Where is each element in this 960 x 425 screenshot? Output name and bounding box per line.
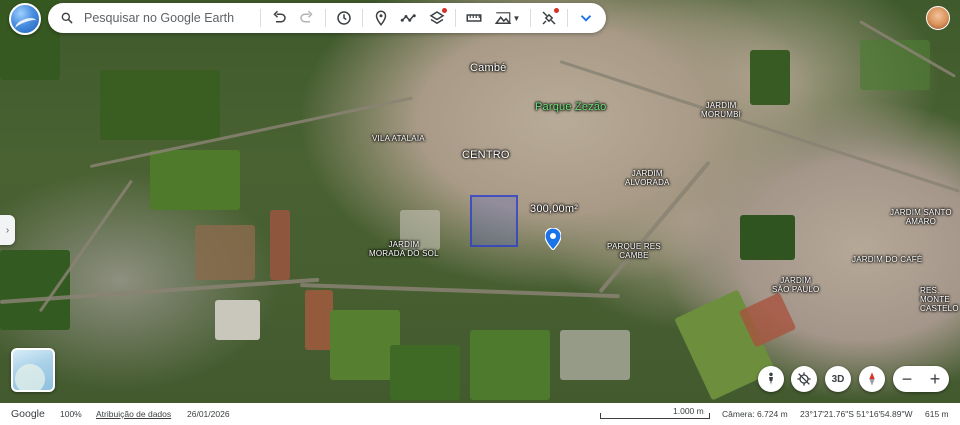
map-label-jardim-sao-paulo: JARDIM SÃO PAULO bbox=[772, 276, 820, 294]
map-style-thumbnail[interactable] bbox=[11, 348, 55, 392]
measure-button[interactable] bbox=[461, 5, 487, 31]
compass-button[interactable] bbox=[859, 366, 885, 392]
map-label-jardim-do-cafe: JARDIM DO CAFÉ bbox=[852, 255, 923, 264]
google-earth-logo[interactable] bbox=[9, 3, 41, 35]
status-bar: Google 100% Atribuição de dados 26/01/20… bbox=[0, 403, 960, 425]
pegman-icon bbox=[769, 372, 773, 385]
toolbar-divider bbox=[325, 9, 326, 27]
scale-bar bbox=[600, 413, 710, 419]
map-label-res-monte-castelo: RES. MONTE CASTELO bbox=[920, 286, 959, 313]
search-icon bbox=[61, 12, 73, 24]
notification-dot bbox=[554, 8, 559, 13]
toggle-3d-button[interactable]: 3D bbox=[825, 366, 851, 392]
image-overlay-button[interactable]: ▼ bbox=[489, 5, 525, 31]
search-input[interactable] bbox=[84, 11, 254, 25]
top-toolbar: ▼ bbox=[48, 3, 606, 33]
undo-button[interactable] bbox=[266, 5, 292, 31]
zoom-in-button[interactable]: + bbox=[921, 366, 949, 392]
camera-altitude: Câmera: 6.724 m bbox=[722, 409, 788, 419]
chevron-down-icon bbox=[580, 15, 592, 22]
map-label-jardim-morumbi: JARDIM MORUMBI bbox=[701, 101, 742, 119]
data-attribution-link[interactable]: Atribuição de dados bbox=[96, 409, 171, 419]
map-label-jardim-morada-do-sol: JARDIM MORADA DO SOL bbox=[369, 240, 439, 258]
notification-dot bbox=[442, 8, 447, 13]
place-marker-icon bbox=[375, 10, 387, 26]
google-wordmark: Google bbox=[11, 408, 45, 420]
map-label-centro: CENTRO bbox=[462, 149, 510, 161]
satellite-map[interactable]: Cambé Parque Zezão CENTRO VILA ATALAIA J… bbox=[0, 0, 960, 403]
history-icon bbox=[337, 11, 351, 25]
cursor-elevation: 615 m bbox=[925, 409, 949, 419]
map-label-parque-res-cambe: PARQUE RES CAMBE bbox=[607, 242, 661, 260]
collapse-toolbar-button[interactable] bbox=[573, 5, 599, 31]
side-panel-toggle[interactable]: › bbox=[0, 215, 15, 245]
map-label-jardim-santo-amaro: JARDIM SANTO AMARO bbox=[890, 208, 952, 226]
undo-icon bbox=[273, 10, 286, 23]
map-label-parque-zezao: Parque Zezão bbox=[535, 101, 607, 113]
pegman-button[interactable] bbox=[758, 366, 784, 392]
satellite-button[interactable] bbox=[536, 5, 562, 31]
toolbar-divider bbox=[455, 9, 456, 27]
cursor-coordinates: 23°17'21.76"S 51°16'54.89"W bbox=[800, 409, 913, 419]
draw-path-button[interactable] bbox=[396, 5, 422, 31]
toolbar-divider bbox=[567, 9, 568, 27]
chevron-right-icon: › bbox=[5, 224, 10, 236]
add-placemark-button[interactable] bbox=[368, 5, 394, 31]
measured-area-polygon[interactable] bbox=[470, 195, 518, 247]
zoom-percentage: 100% bbox=[60, 409, 82, 419]
location-off-icon bbox=[797, 372, 811, 386]
place-marker-pin[interactable] bbox=[545, 228, 561, 250]
path-icon bbox=[400, 14, 416, 22]
imagery-date: 26/01/2026 bbox=[187, 409, 230, 419]
image-overlay-icon bbox=[494, 12, 511, 24]
toolbar-divider bbox=[530, 9, 531, 27]
redo-button[interactable] bbox=[294, 5, 320, 31]
toolbar-divider bbox=[260, 9, 261, 27]
compass-icon bbox=[869, 372, 875, 386]
toolbar-divider bbox=[362, 9, 363, 27]
area-measurement-label: 300,00m² bbox=[530, 203, 579, 215]
historical-imagery-button[interactable] bbox=[331, 5, 357, 31]
dropdown-caret-icon: ▼ bbox=[512, 13, 521, 23]
user-avatar[interactable] bbox=[926, 6, 950, 30]
search-box[interactable] bbox=[48, 3, 256, 33]
redo-icon bbox=[300, 10, 313, 23]
layers-button[interactable] bbox=[424, 5, 450, 31]
my-location-button[interactable] bbox=[791, 366, 817, 392]
ruler-icon bbox=[466, 14, 482, 22]
map-label-vila-atalaia: VILA ATALAIA bbox=[372, 134, 425, 143]
zoom-control: − + bbox=[893, 366, 949, 392]
zoom-out-button[interactable]: − bbox=[893, 366, 921, 392]
map-label-jardim-alvorada: JARDIM ALVORADA bbox=[625, 169, 670, 187]
map-label-cambe: Cambé bbox=[470, 62, 507, 74]
